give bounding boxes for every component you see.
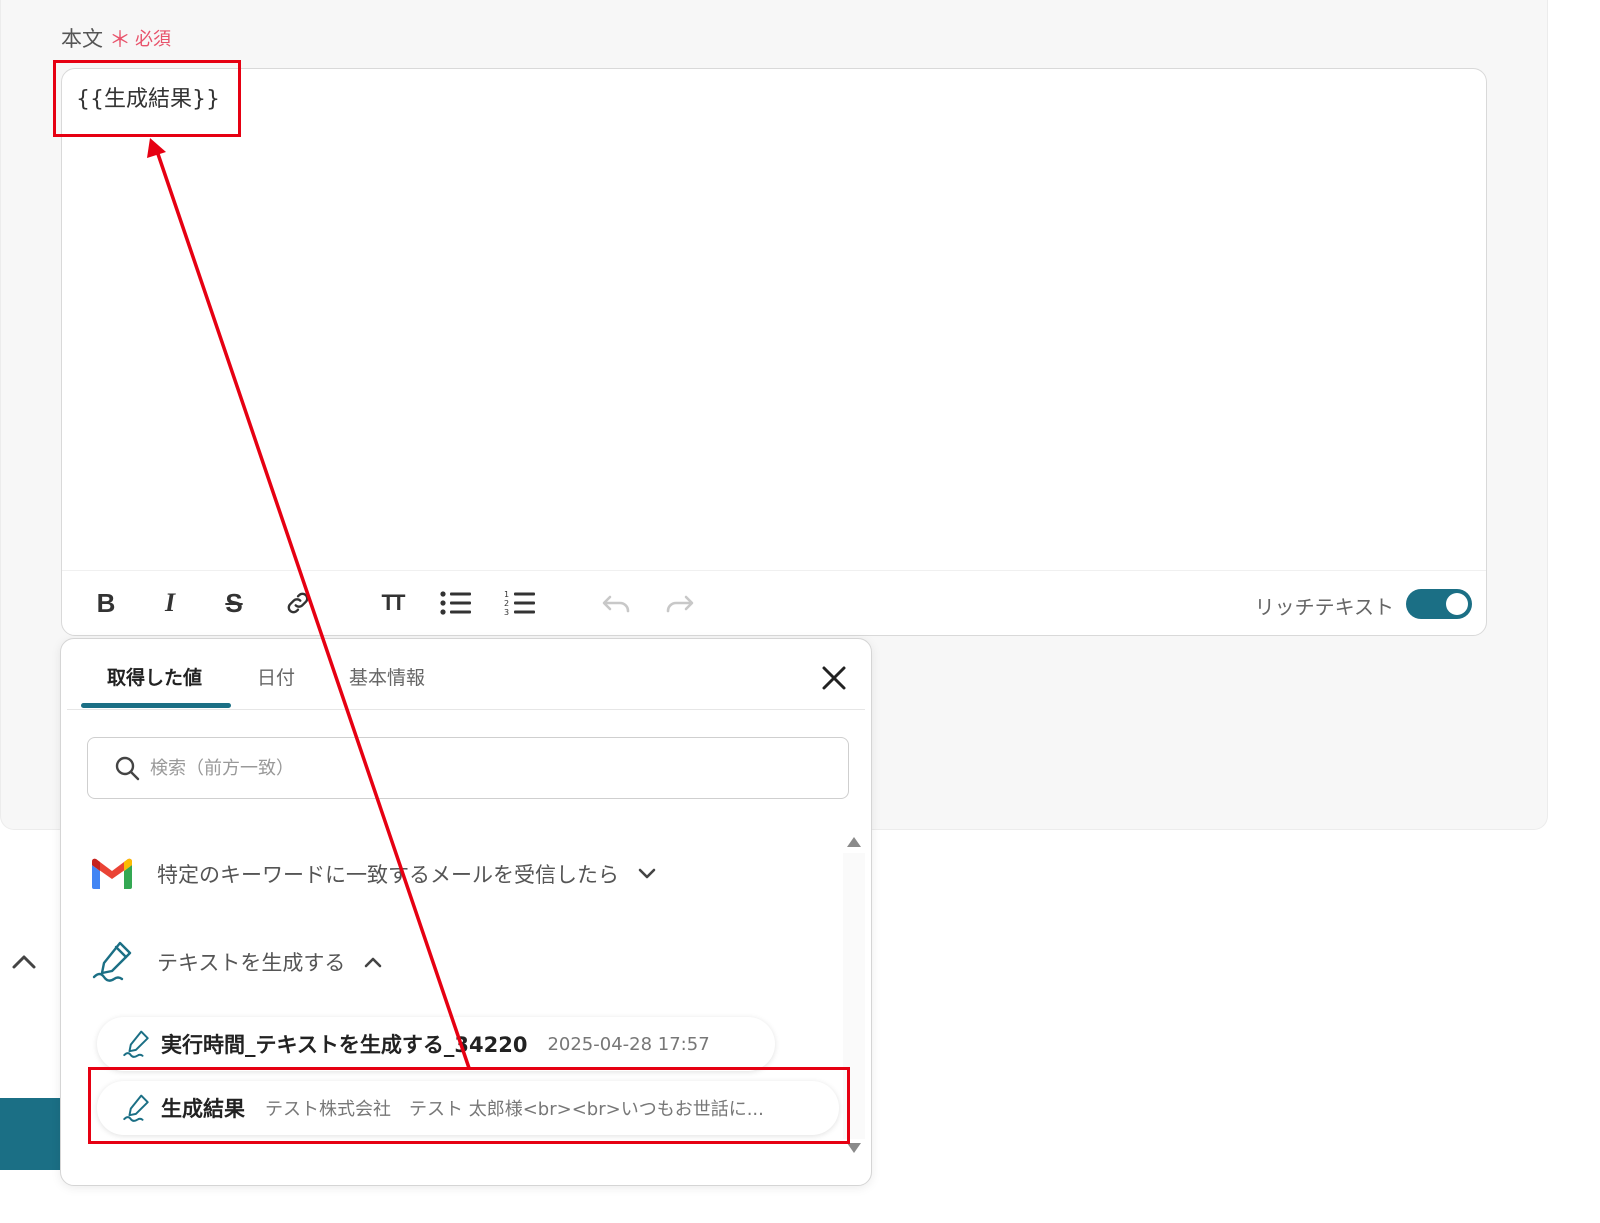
tab-basic-info[interactable]: 基本情報	[349, 663, 425, 690]
search-icon	[115, 756, 140, 781]
scrollbar-track[interactable]	[843, 853, 865, 1139]
editor-content[interactable]: {{生成結果}}	[76, 81, 220, 113]
ai-pen-icon	[123, 1030, 149, 1058]
svg-text:1: 1	[504, 590, 509, 599]
undo-icon	[602, 595, 630, 613]
bold-button[interactable]: B	[88, 585, 124, 621]
svg-text:3: 3	[504, 608, 509, 617]
item-value: テスト株式会社 テスト 太郎様<br><br>いつもお世話に...	[265, 1099, 764, 1120]
scroll-up-arrow[interactable]	[847, 837, 861, 847]
close-icon[interactable]	[819, 663, 849, 693]
ai-pen-icon	[123, 1094, 149, 1122]
field-label-text: 本文	[61, 27, 103, 51]
toggle-knob	[1446, 593, 1468, 615]
undo-button[interactable]	[598, 585, 634, 621]
tabs-divider	[67, 709, 865, 710]
group-label: 特定のキーワードに一致するメールを受信したら	[157, 863, 619, 887]
scroll-down-arrow[interactable]	[847, 1143, 861, 1153]
rich-text-toggle[interactable]	[1406, 589, 1472, 619]
editor-toolbar: B I S TT 123 リッチテキスト	[62, 570, 1486, 635]
svg-text:2: 2	[504, 599, 509, 608]
ai-pen-icon	[89, 939, 135, 985]
redo-button[interactable]	[662, 585, 698, 621]
search-input[interactable]	[148, 756, 752, 780]
rich-text-label: リッチテキスト	[1254, 595, 1394, 619]
field-label: 本文 ＊ 必須	[61, 22, 171, 54]
link-icon	[287, 592, 309, 614]
required-star: ＊	[109, 28, 132, 53]
list-item-execution-time[interactable]: 実行時間_テキストを生成する_34220 2025-04-28 17:57	[97, 1017, 775, 1071]
chevron-up-icon	[365, 957, 382, 968]
picker-tabs: 取得した値 日付 基本情報	[81, 639, 871, 709]
strikethrough-button[interactable]: S	[216, 585, 252, 621]
collapse-chevron-icon[interactable]	[10, 948, 38, 976]
redo-icon	[666, 595, 694, 613]
item-title: 生成結果	[161, 1097, 245, 1121]
required-text: 必須	[135, 29, 172, 50]
item-value: 2025-04-28 17:57	[547, 1033, 710, 1055]
search-field[interactable]	[87, 737, 849, 799]
gmail-icon	[89, 851, 135, 897]
bullet-list-button[interactable]	[438, 585, 474, 621]
list-item-generated-result[interactable]: 生成結果 テスト株式会社 テスト 太郎様<br><br>いつもお世話に...	[97, 1081, 839, 1135]
tab-date[interactable]: 日付	[257, 663, 295, 690]
body-editor[interactable]: {{生成結果}} B I S TT 123 リッチテキスト	[61, 68, 1487, 636]
font-size-button[interactable]: TT	[374, 585, 410, 621]
group-label: テキストを生成する	[157, 951, 346, 975]
chevron-down-icon	[638, 868, 656, 879]
tab-acquired-values[interactable]: 取得した値	[107, 663, 202, 690]
group-gmail-trigger[interactable]: 特定のキーワードに一致するメールを受信したら	[89, 849, 657, 899]
item-title: 実行時間_テキストを生成する_34220	[161, 1033, 528, 1057]
numbered-list-button[interactable]: 123	[502, 585, 538, 621]
numbered-list-icon: 123	[504, 590, 535, 617]
italic-button[interactable]: I	[152, 585, 188, 621]
group-generate-text[interactable]: テキストを生成する	[89, 937, 383, 987]
variable-picker-popover: 取得した値 日付 基本情報 特定のキーワードに一致するメールを受信したら	[60, 638, 872, 1186]
active-tab-indicator	[81, 703, 231, 708]
bullet-list-icon	[440, 591, 471, 615]
link-button[interactable]	[280, 585, 316, 621]
